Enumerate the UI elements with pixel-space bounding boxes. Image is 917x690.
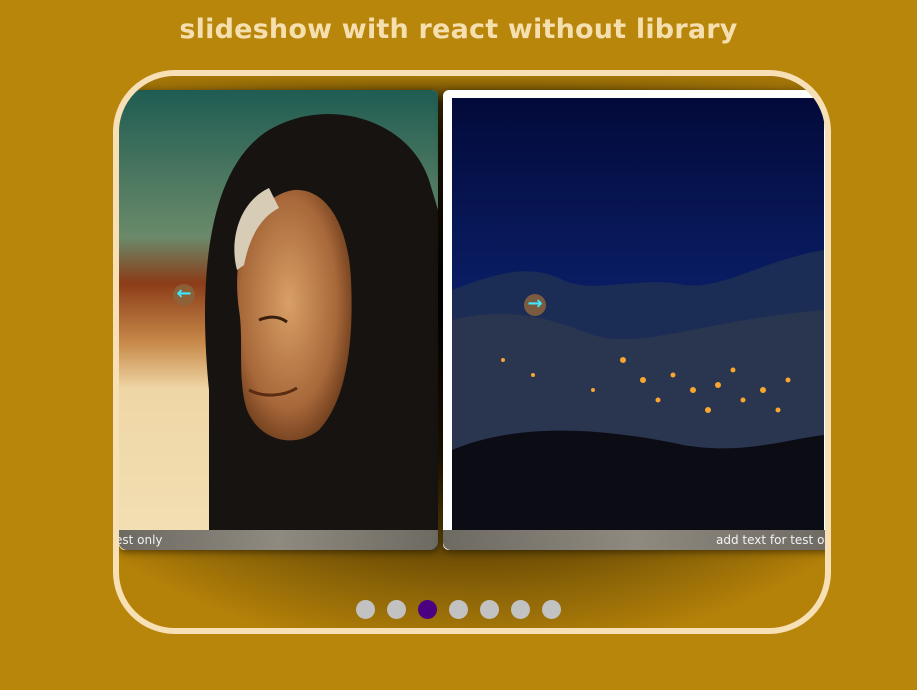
slide-caption: est only bbox=[119, 530, 438, 550]
night-village-image bbox=[452, 98, 824, 550]
slide-caption: add text for test o bbox=[443, 530, 825, 550]
slide-village: add text for test o bbox=[443, 90, 825, 550]
slide-dot[interactable] bbox=[449, 600, 468, 619]
next-arrow-icon[interactable]: → bbox=[524, 294, 546, 316]
slide-dot[interactable] bbox=[542, 600, 561, 619]
slide-dots bbox=[0, 600, 917, 619]
slide-dot[interactable] bbox=[356, 600, 375, 619]
slide-dot[interactable] bbox=[387, 600, 406, 619]
portrait-image bbox=[119, 90, 438, 550]
previous-arrow-icon[interactable]: ← bbox=[173, 284, 195, 306]
slide-portrait: est only bbox=[119, 90, 438, 550]
page-title: slideshow with react without library bbox=[179, 14, 738, 45]
slide-dot[interactable] bbox=[480, 600, 499, 619]
slide-dot-active[interactable] bbox=[418, 600, 437, 619]
slide-dot[interactable] bbox=[511, 600, 530, 619]
slideshow-frame: est only add text for test o bbox=[113, 70, 831, 634]
